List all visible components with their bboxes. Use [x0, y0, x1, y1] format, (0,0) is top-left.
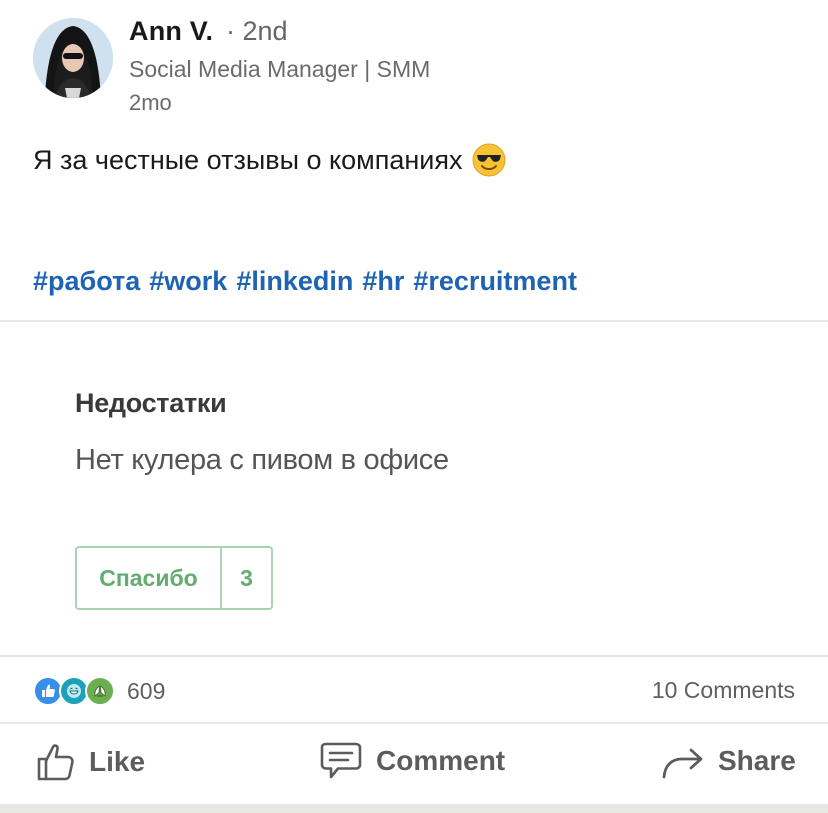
post-timestamp: 2mo: [129, 90, 172, 115]
review-title: Недостатки: [75, 388, 227, 418]
like-icon: [37, 744, 74, 781]
hashtag-linkedin[interactable]: #linkedin: [236, 266, 353, 296]
author-name[interactable]: Ann V.: [129, 16, 213, 47]
thanks-label: Спасибо: [77, 548, 222, 608]
hashtag-recruitment[interactable]: #recruitment: [413, 266, 577, 296]
share-icon: [662, 748, 703, 779]
reactions-summary[interactable]: 609: [33, 676, 165, 706]
share-label: Share: [718, 745, 796, 776]
hashtag-rabota[interactable]: #работа: [33, 266, 140, 296]
social-counts: 609 10 Comments: [0, 657, 828, 721]
bottom-separator: [0, 804, 828, 813]
hashtag-work[interactable]: #work: [149, 266, 227, 296]
post-text: Я за честные отзывы о компаниях: [33, 143, 506, 177]
action-bar: Like Comment Share: [0, 723, 828, 805]
like-label: Like: [89, 746, 146, 777]
comment-icon: [320, 742, 362, 779]
thanks-count: 3: [240, 564, 253, 591]
connection-degree: · 2nd: [226, 16, 288, 46]
hashtag-list: #работа #work #linkedin #hr #recruitment: [33, 266, 586, 297]
reactions-count: 609: [127, 677, 166, 704]
like-button[interactable]: Like: [35, 741, 145, 783]
post-header: Ann V. · 2nd Social Media Manager | SMM …: [0, 0, 828, 130]
post-text-content: Я за честные отзывы о компаниях: [33, 144, 463, 175]
celebrate-icon: [85, 676, 115, 706]
smiling-face-with-sunglasses-icon: [472, 143, 506, 177]
comment-label: Comment: [376, 745, 506, 776]
hashtag-hr[interactable]: #hr: [362, 266, 404, 296]
share-button[interactable]: Share: [660, 741, 796, 781]
comment-button[interactable]: Comment: [318, 741, 505, 781]
thanks-button: Спасибо 3: [75, 546, 273, 610]
author-headline: Social Media Manager | SMM: [129, 56, 431, 82]
review-body: Нет кулера с пивом в офисе: [75, 444, 449, 476]
comments-count[interactable]: 10 Comments: [652, 677, 795, 704]
author-avatar[interactable]: [33, 18, 113, 98]
